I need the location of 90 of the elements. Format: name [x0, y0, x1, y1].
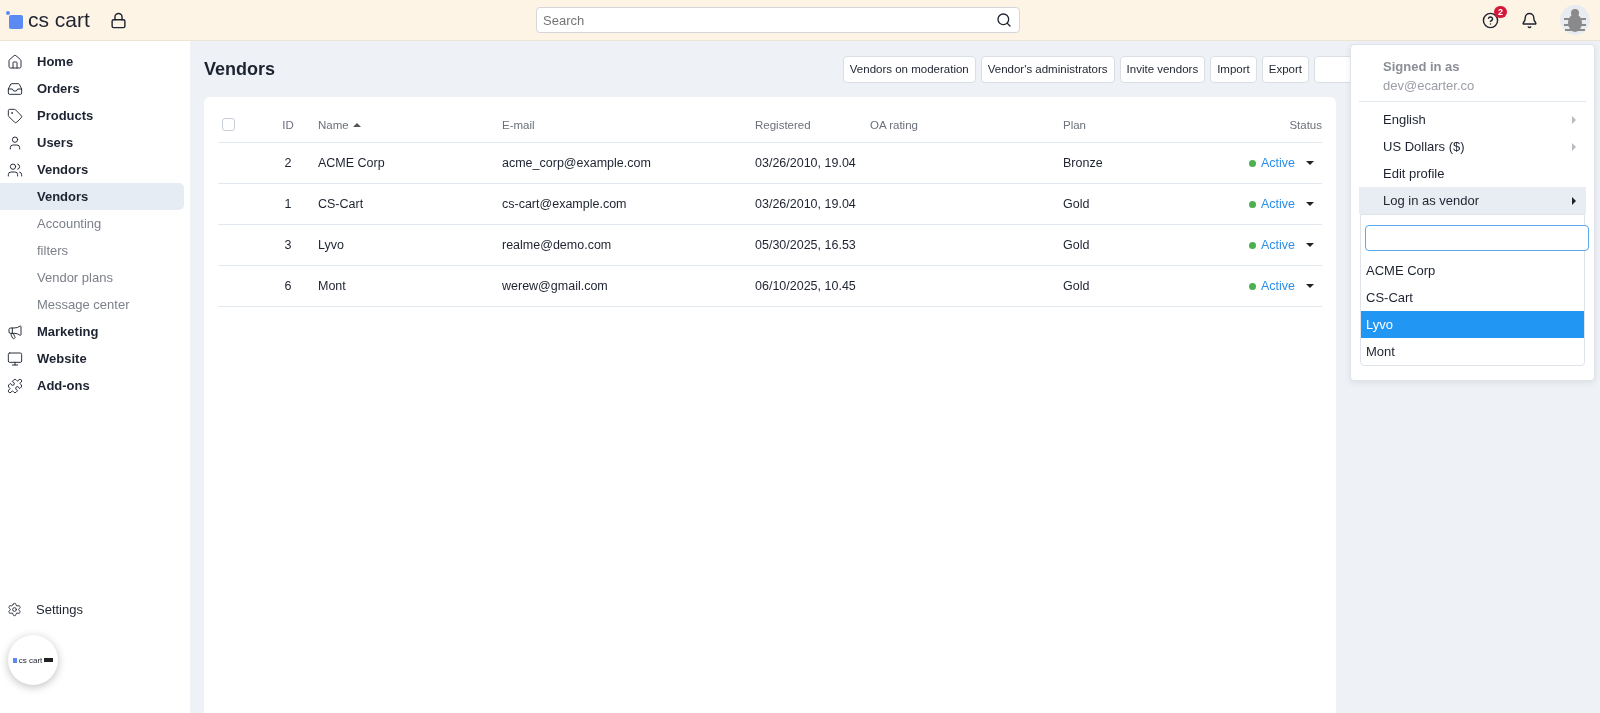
nav-icon: [7, 161, 23, 178]
vendor-option[interactable]: Mont: [1361, 338, 1584, 365]
submenu-arrow-icon: [1572, 196, 1576, 205]
vendor-option[interactable]: ACME Corp: [1361, 257, 1584, 284]
column-header[interactable]: Status: [1212, 118, 1322, 131]
caret-icon[interactable]: [1306, 243, 1314, 247]
column-header[interactable]: Name: [318, 118, 502, 131]
menu-item[interactable]: English: [1359, 106, 1586, 133]
bug-icon: [1563, 7, 1587, 33]
caret-icon[interactable]: [1306, 202, 1314, 206]
table-cell-text: werew@gmail.com: [502, 279, 609, 293]
toolbar-button[interactable]: Import: [1210, 55, 1257, 83]
settings-icon: [7, 602, 22, 617]
table-cell-text: Mont: [318, 279, 347, 293]
nav-icon: [7, 134, 23, 151]
nav-subitem[interactable]: Vendors: [0, 183, 184, 210]
table-cell-text: 03/26/2010, 19.04: [755, 197, 857, 211]
table-cell-text: 3: [283, 238, 293, 252]
table-cell-text: 6: [283, 279, 293, 293]
column-header[interactable]: OA rating: [870, 118, 1063, 131]
table-cell-text: 2: [283, 156, 293, 170]
submenu-arrow-icon: [1572, 115, 1576, 124]
bell-icon[interactable]: [1521, 11, 1538, 29]
table-cell-text: 05/30/2025, 16.53: [755, 238, 857, 252]
search-field[interactable]: Search: [536, 7, 1020, 33]
signed-in-label: Signed in as: [1383, 59, 1461, 74]
table-cell-text: ACME Corp: [318, 156, 386, 170]
table-cell-text: 06/10/2025, 10.45: [755, 279, 857, 293]
table-cell-text: Lyvo: [318, 238, 345, 252]
sort-icon: [352, 122, 361, 127]
toolbar-button[interactable]: Vendor's administrators: [980, 55, 1115, 83]
toolbar-button[interactable]: Invite vendors: [1119, 55, 1206, 83]
logo-badge[interactable]: cs cart: [8, 635, 58, 685]
nav-item[interactable]: Home: [0, 48, 184, 75]
status-link[interactable]: Active: [1260, 156, 1295, 170]
status-link[interactable]: Active: [1260, 279, 1295, 293]
nav-icon: [7, 377, 23, 394]
table-cell-text: realme@demo.com: [502, 238, 613, 252]
table-cell-text: acme_corp@example.com: [502, 156, 652, 170]
menu-item[interactable]: Edit profile: [1359, 160, 1586, 187]
menu-item[interactable]: Log in as vendor: [1359, 187, 1586, 214]
nav-item[interactable]: Products: [0, 102, 184, 129]
table-cell-text: Gold: [1063, 197, 1091, 211]
table-cell-text: cs-cart@example.com: [502, 197, 628, 211]
submenu-arrow-icon: [1572, 142, 1576, 151]
help-icon[interactable]: [1482, 11, 1499, 29]
notification-badge: 2: [1494, 5, 1507, 18]
nav-subitem[interactable]: Message center: [0, 291, 184, 318]
logo-icon: [6, 10, 24, 30]
table-cell-text: 03/26/2010, 19.04: [755, 156, 857, 170]
search-icon[interactable]: [996, 12, 1012, 28]
nav-item[interactable]: Website: [0, 345, 184, 372]
avatar[interactable]: [1560, 5, 1590, 35]
status-link[interactable]: Active: [1260, 197, 1295, 211]
nav-subitem[interactable]: Accounting: [0, 210, 184, 237]
column-header[interactable]: ID: [258, 118, 318, 131]
column-header[interactable]: E-mail: [502, 118, 755, 131]
nav-icon: [7, 107, 23, 124]
page-title: Vendors: [204, 58, 276, 80]
column-header[interactable]: Plan: [1063, 118, 1212, 131]
status-link[interactable]: Active: [1260, 238, 1295, 252]
nav-item[interactable]: Orders: [0, 75, 184, 102]
vendor-option[interactable]: CS-Cart: [1361, 284, 1584, 311]
logo: cs cart: [28, 8, 90, 32]
user-email: dev@ecarter.co: [1383, 78, 1476, 93]
table-cell-text: Gold: [1063, 279, 1091, 293]
caret-icon[interactable]: [1306, 161, 1314, 165]
nav-item[interactable]: Marketing: [0, 318, 184, 345]
nav-subitem[interactable]: filters: [0, 237, 184, 264]
lock-icon[interactable]: [109, 11, 127, 29]
menu-item[interactable]: US Dollars ($): [1359, 133, 1586, 160]
nav-item[interactable]: Settings: [0, 596, 184, 623]
nav-icon: [7, 53, 23, 70]
nav-item[interactable]: Vendors: [0, 156, 184, 183]
table-cell-text: Gold: [1063, 238, 1091, 252]
nav-subitem[interactable]: Vendor plans: [0, 264, 184, 291]
nav-icon: [7, 350, 23, 367]
toolbar-button[interactable]: Export: [1261, 55, 1309, 83]
nav-icon: [7, 323, 23, 340]
nav-item[interactable]: Users: [0, 129, 184, 156]
table-cell-text: Bronze: [1063, 156, 1104, 170]
column-header[interactable]: Registered: [755, 118, 870, 131]
table-cell-text: 1: [283, 197, 293, 211]
table-cell-text: CS-Cart: [318, 197, 365, 211]
nav-item[interactable]: Add-ons: [0, 372, 184, 399]
select-all-checkbox[interactable]: [222, 118, 235, 131]
caret-icon[interactable]: [1306, 284, 1314, 288]
nav-icon: [7, 80, 23, 97]
toolbar-button[interactable]: Vendors on moderation: [842, 55, 976, 83]
vendor-search-field[interactable]: [1365, 225, 1589, 251]
